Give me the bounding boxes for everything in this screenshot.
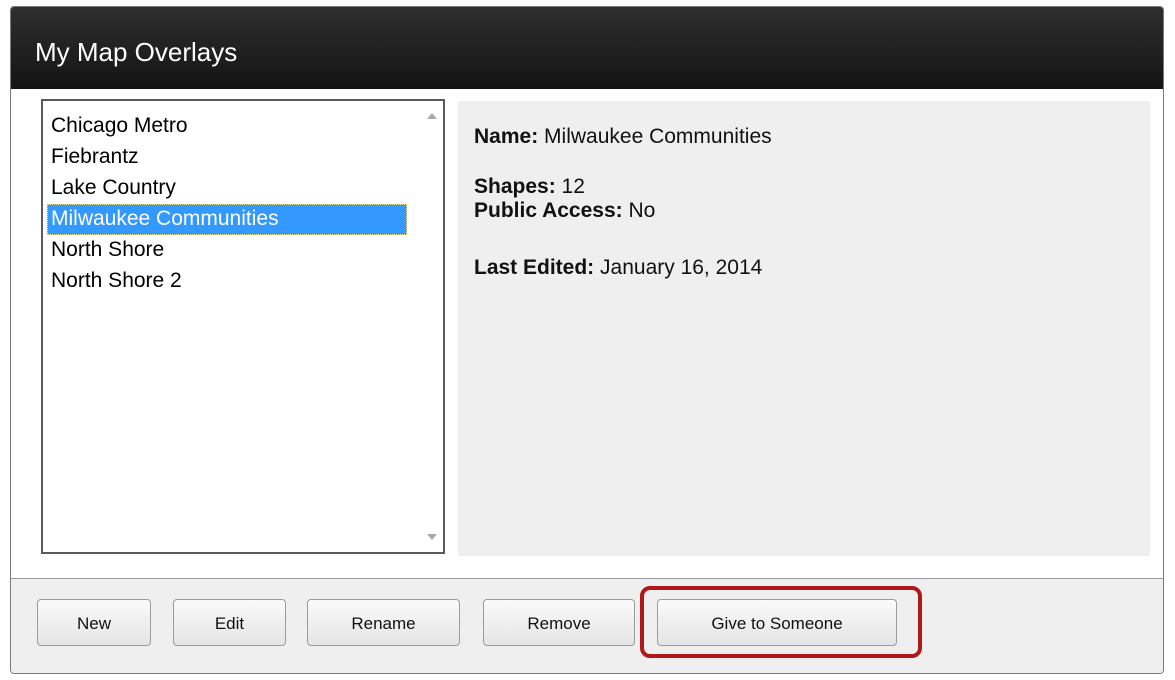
list-item[interactable]: North Shore 2 (47, 266, 407, 297)
list-item[interactable]: North Shore (47, 235, 407, 266)
scroll-up-arrow-icon[interactable] (427, 113, 437, 119)
map-overlays-dialog: My Map Overlays Chicago Metro Fiebrantz … (10, 6, 1164, 674)
list-item[interactable]: Lake Country (47, 173, 407, 204)
list-scrollbar[interactable] (421, 101, 443, 552)
overlay-details-panel: Name: Milwaukee Communities Shapes: 12 P… (458, 101, 1150, 556)
list-item[interactable]: Fiebrantz (47, 142, 407, 173)
detail-edited-label: Last Edited: (474, 256, 595, 279)
overlay-list[interactable]: Chicago Metro Fiebrantz Lake Country Mil… (41, 99, 445, 554)
detail-edited-value: January 16, 2014 (600, 256, 763, 279)
detail-shapes-label: Shapes: (474, 175, 556, 198)
detail-public-value: No (628, 199, 656, 222)
detail-name: Name: Milwaukee Communities (474, 125, 772, 149)
detail-shapes-value: 12 (561, 175, 585, 198)
detail-shapes: Shapes: 12 (474, 175, 585, 199)
list-item[interactable]: Chicago Metro (47, 111, 407, 142)
scroll-down-arrow-icon[interactable] (427, 534, 437, 540)
remove-button[interactable]: Remove (483, 599, 635, 646)
new-button[interactable]: New (37, 599, 151, 646)
detail-name-label: Name: (474, 125, 539, 148)
title-bar: My Map Overlays (11, 7, 1163, 89)
detail-last-edited: Last Edited: January 16, 2014 (474, 256, 762, 280)
detail-public-label: Public Access: (474, 199, 623, 222)
list-item-selected[interactable]: Milwaukee Communities (47, 204, 407, 235)
dialog-title: My Map Overlays (35, 37, 238, 67)
detail-name-value: Milwaukee Communities (544, 125, 772, 148)
detail-public-access: Public Access: No (474, 199, 655, 223)
rename-button[interactable]: Rename (307, 599, 460, 646)
highlight-outline (640, 586, 922, 658)
button-bar: New Edit Rename Remove Give to Someone (11, 578, 1163, 673)
edit-button[interactable]: Edit (173, 599, 286, 646)
